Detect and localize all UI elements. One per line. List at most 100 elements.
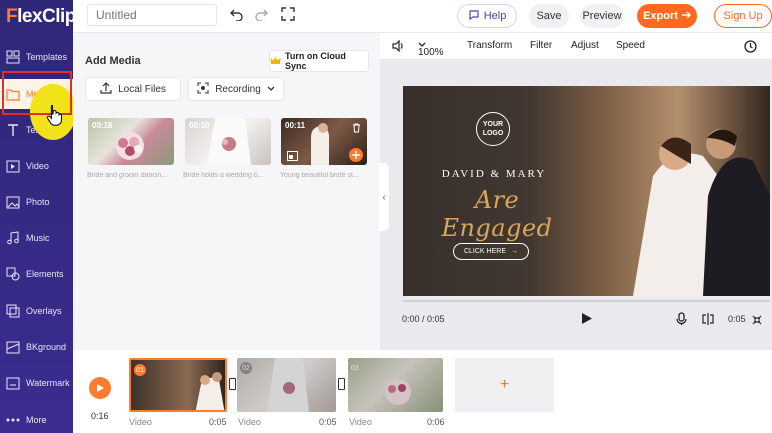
volume-icon[interactable] (392, 39, 405, 55)
media-thumbnail[interactable]: 00:18 (88, 118, 174, 165)
timeline-clip[interactable]: 01 (129, 358, 227, 412)
sidebar-item-watermark[interactable]: Watermark (0, 368, 73, 398)
background-icon (0, 341, 26, 354)
timeline-time: 0:16 (91, 411, 109, 421)
clip-duration: 0:05 (728, 314, 746, 324)
local-files-button[interactable]: Local Files (85, 77, 181, 101)
transform-tool[interactable]: Transform (467, 40, 512, 51)
sidebar-item-label: Music (26, 233, 50, 243)
flexclip-logo[interactable]: FlexClip (6, 6, 76, 28)
sidebar-item-music[interactable]: Music (0, 223, 73, 253)
export-label: Export (643, 10, 678, 22)
play-icon[interactable] (581, 312, 593, 328)
video-icon (0, 160, 26, 173)
filter-tool[interactable]: Filter (530, 40, 552, 51)
split-view-icon[interactable] (702, 313, 714, 328)
plus-icon: + (499, 376, 510, 393)
cloud-sync-button[interactable]: Turn on Cloud Sync (269, 50, 369, 72)
overlays-icon (0, 304, 26, 318)
media-duration: 00:11 (285, 121, 306, 130)
canvas-headline: Are Engaged (441, 186, 553, 242)
sidebar-item-video[interactable]: Video (0, 151, 73, 181)
record-icon (197, 81, 209, 97)
trash-icon[interactable] (352, 122, 361, 136)
playback-time: 0:00 / 0:05 (402, 314, 445, 324)
canvas-cta-button[interactable]: CLICK HERE → (453, 243, 529, 260)
add-clip-button[interactable]: + (455, 358, 554, 412)
timeline-play-button[interactable] (89, 377, 111, 399)
sidebar-item-overlays[interactable]: Overlays (0, 296, 73, 326)
timeline-clip[interactable]: 03 (348, 358, 443, 412)
templates-icon (0, 50, 26, 64)
media-panel: Add Media Turn on Cloud Sync Local Files… (73, 33, 380, 350)
clock-icon[interactable] (744, 40, 757, 56)
media-caption: Bride and groom dancin... (87, 172, 168, 179)
sidebar-item-label: Elements (26, 269, 64, 279)
collapse-icon[interactable] (752, 314, 762, 328)
transition-icon[interactable] (338, 378, 345, 390)
clip-duration: 0:06 (427, 417, 445, 427)
recording-dropdown[interactable]: Recording (188, 77, 284, 101)
microphone-icon[interactable] (676, 312, 687, 329)
sidebar: FlexClip Templates Media Text Video Phot… (0, 0, 76, 433)
hand-cursor-icon (46, 104, 64, 129)
help-label: Help (483, 10, 507, 22)
chevron-left-icon: ‹ (382, 191, 386, 203)
timeline-clip[interactable]: 02 (237, 358, 336, 412)
progress-track[interactable] (403, 300, 770, 302)
replace-media-icon[interactable] (287, 150, 298, 164)
elements-icon (0, 267, 26, 281)
redo-icon[interactable] (254, 7, 268, 24)
sign-up-button[interactable]: Sign Up (714, 4, 772, 28)
upload-icon (100, 81, 112, 97)
photo-icon (0, 196, 26, 209)
clip-duration: 0:05 (319, 417, 337, 427)
panel-collapse-button[interactable]: ‹ (379, 163, 389, 231)
video-canvas[interactable]: YOUR LOGO DAVID & MARY Are Engaged CLICK… (403, 86, 770, 296)
timeline: 0:16 01 02 03 + Video 0:05 Video 0:05 Vi… (73, 350, 772, 433)
sidebar-item-photo[interactable]: Photo (0, 187, 73, 217)
panel-title: Add Media (85, 55, 141, 67)
canvas-logo: YOUR LOGO (476, 112, 510, 146)
sidebar-item-templates[interactable]: Templates (0, 42, 73, 72)
chevron-down-icon (267, 84, 275, 95)
arrow-right-icon (681, 10, 691, 23)
speed-tool[interactable]: Speed (616, 40, 645, 51)
clip-type: Video (349, 417, 372, 427)
fullscreen-icon[interactable] (281, 7, 295, 24)
recording-label: Recording (215, 83, 261, 95)
preview-button[interactable]: Preview (580, 4, 624, 28)
more-icon (0, 418, 26, 422)
clip-type: Video (129, 417, 152, 427)
media-thumbnail[interactable]: 00:11 (281, 118, 367, 165)
media-caption: Young beautiful bride st... (280, 172, 359, 179)
sidebar-item-more[interactable]: More (0, 405, 73, 433)
preview-area: 100% Transform Filter Adjust Speed YOUR … (380, 33, 772, 350)
edit-toolbar: 100% Transform Filter Adjust Speed (380, 33, 772, 59)
watermark-icon (0, 377, 26, 390)
sidebar-item-label: Video (26, 161, 49, 171)
clip-type: Video (238, 417, 261, 427)
transition-icon[interactable] (229, 378, 236, 390)
save-button[interactable]: Save (529, 4, 569, 28)
zoom-dropdown[interactable]: 100% (418, 40, 444, 58)
crown-icon (270, 56, 281, 67)
sidebar-item-bkground[interactable]: BKground (0, 332, 73, 362)
adjust-tool[interactable]: Adjust (571, 40, 599, 51)
sidebar-item-label: BKground (26, 342, 67, 352)
clip-duration: 0:05 (209, 417, 227, 427)
project-title-input[interactable] (87, 4, 217, 26)
media-duration: 00:10 (189, 121, 210, 130)
sidebar-item-label: Watermark (26, 378, 70, 388)
media-thumbnail[interactable]: 00:10 (185, 118, 271, 165)
help-button[interactable]: Help (457, 4, 517, 28)
help-icon (468, 9, 480, 24)
sidebar-item-elements[interactable]: Elements (0, 259, 73, 289)
text-icon (0, 123, 26, 137)
add-to-timeline-icon[interactable] (349, 148, 363, 162)
undo-icon[interactable] (230, 7, 244, 24)
top-bar: Help Save Preview Export Sign Up (73, 0, 772, 33)
export-button[interactable]: Export (637, 4, 697, 28)
media-caption: Bride holds a wedding b... (183, 172, 264, 179)
zoom-level: 100% (418, 47, 444, 58)
